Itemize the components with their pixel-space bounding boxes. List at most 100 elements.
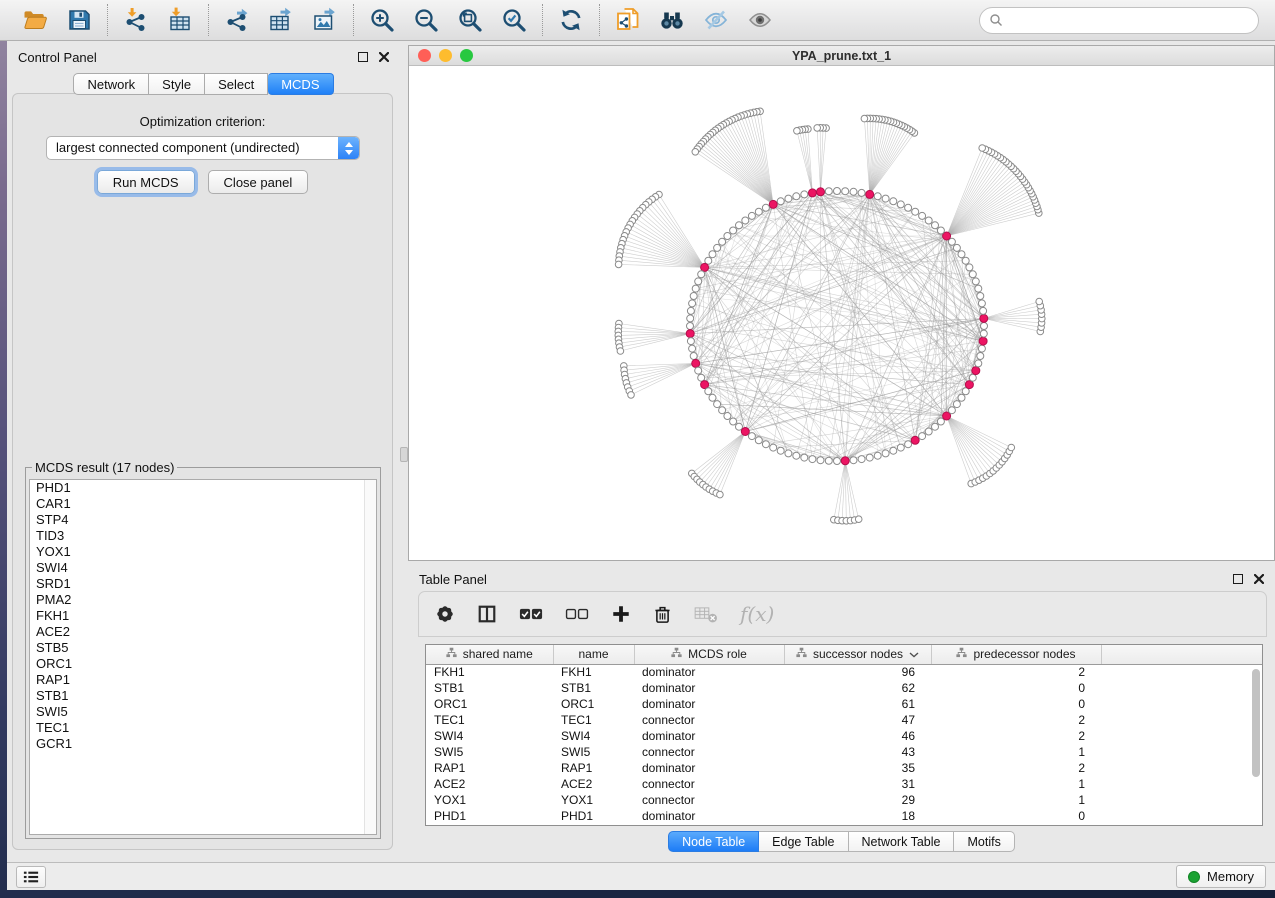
table-row[interactable]: STB1STB1dominator620	[426, 680, 1262, 696]
list-item[interactable]: SRD1	[30, 576, 376, 592]
network-node	[969, 374, 976, 381]
search-field[interactable]	[979, 7, 1259, 34]
run-mcds-button[interactable]: Run MCDS	[97, 170, 195, 194]
network-node	[690, 293, 697, 300]
column-header-successor-nodes[interactable]: successor nodes	[784, 645, 931, 664]
column-split-button[interactable]	[477, 604, 497, 624]
network-node	[777, 447, 784, 454]
zoom-in-button[interactable]	[364, 4, 400, 36]
search-input[interactable]	[1009, 12, 1249, 29]
result-scrollbar[interactable]	[364, 480, 376, 834]
close-panel-button[interactable]: Close panel	[208, 170, 309, 194]
tab-network[interactable]: Network	[73, 73, 149, 95]
network-node	[980, 330, 987, 337]
list-item[interactable]: TEC1	[30, 720, 376, 736]
column-header-predecessor-nodes[interactable]: predecessor nodes	[931, 645, 1101, 664]
network-node	[785, 195, 792, 202]
search-network-button[interactable]	[654, 4, 690, 36]
memory-label: Memory	[1207, 869, 1254, 884]
tab-edge-table[interactable]: Edge Table	[759, 831, 848, 852]
save-session-button[interactable]	[61, 4, 97, 36]
tab-style[interactable]: Style	[149, 73, 205, 95]
list-item[interactable]: STB1	[30, 688, 376, 704]
network-node	[742, 217, 749, 224]
criterion-select-value: largest connected component (undirected)	[47, 137, 338, 159]
network-node	[962, 257, 969, 264]
delete-column-button[interactable]	[653, 605, 672, 624]
tab-motifs[interactable]: Motifs	[954, 831, 1014, 852]
task-history-button[interactable]	[16, 866, 46, 888]
share-network-button[interactable]	[610, 4, 646, 36]
cell-successor-nodes: 47	[784, 712, 931, 728]
import-table-button[interactable]	[162, 4, 198, 36]
network-node	[748, 212, 755, 219]
zoom-fit-button[interactable]	[452, 4, 488, 36]
export-image-button[interactable]	[307, 4, 343, 36]
select-all-button[interactable]	[519, 607, 543, 621]
cell-mcds-role: dominator	[634, 728, 784, 744]
network-node	[978, 300, 985, 307]
show-all-button[interactable]	[742, 4, 778, 36]
memory-button[interactable]: Memory	[1176, 865, 1266, 888]
splitter-handle[interactable]	[400, 447, 408, 462]
table-row[interactable]: TEC1TEC1connector472	[426, 712, 1262, 728]
export-table-button[interactable]	[263, 4, 299, 36]
table-row[interactable]: ORC1ORC1dominator610	[426, 696, 1262, 712]
table-row[interactable]: SWI5SWI5connector431	[426, 744, 1262, 760]
import-network-button[interactable]	[118, 4, 154, 36]
list-item[interactable]: TID3	[30, 528, 376, 544]
list-item[interactable]: RAP1	[30, 672, 376, 688]
network-hub-node	[979, 337, 987, 345]
list-item[interactable]: ORC1	[30, 656, 376, 672]
list-item[interactable]: ACE2	[30, 624, 376, 640]
tab-node-table[interactable]: Node Table	[668, 831, 759, 852]
show-all-icon	[747, 7, 773, 33]
tab-mcds[interactable]: MCDS	[268, 73, 333, 95]
network-node	[858, 189, 865, 196]
node-layer[interactable]	[615, 108, 1045, 524]
mcds-result-list[interactable]: PHD1CAR1STP4TID3YOX1SWI4SRD1PMA2FKH1ACE2…	[29, 479, 377, 835]
list-item[interactable]: SWI4	[30, 560, 376, 576]
float-table-panel-icon[interactable]	[1233, 574, 1243, 584]
list-item[interactable]: YOX1	[30, 544, 376, 560]
table-row[interactable]: PHD1PHD1dominator180	[426, 808, 1262, 824]
table-row[interactable]: RAP1RAP1dominator352	[426, 760, 1262, 776]
tab-select[interactable]: Select	[205, 73, 268, 95]
criterion-select[interactable]: largest connected component (undirected)	[46, 136, 360, 160]
list-item[interactable]: STB5	[30, 640, 376, 656]
deselect-all-button[interactable]	[565, 607, 589, 621]
list-item[interactable]: GCR1	[30, 736, 376, 752]
table-row[interactable]: FKH1FKH1dominator962	[426, 664, 1262, 680]
export-network-button[interactable]	[219, 4, 255, 36]
table-row[interactable]: YOX1YOX1connector291	[426, 792, 1262, 808]
table-row[interactable]: ACE2ACE2connector311	[426, 776, 1262, 792]
list-item[interactable]: STP4	[30, 512, 376, 528]
close-table-panel-icon[interactable]	[1254, 574, 1264, 584]
zoom-out-button[interactable]	[408, 4, 444, 36]
vertical-splitter[interactable]	[400, 41, 408, 862]
open-file-icon	[22, 7, 48, 33]
list-item[interactable]: CAR1	[30, 496, 376, 512]
network-window-titlebar[interactable]: YPA_prune.txt_1	[409, 46, 1274, 66]
column-header-MCDS-role[interactable]: MCDS role	[634, 645, 784, 664]
list-item[interactable]: PHD1	[30, 480, 376, 496]
table-row[interactable]: SWI4SWI4dominator462	[426, 728, 1262, 744]
float-panel-icon[interactable]	[358, 52, 368, 62]
hide-selected-button[interactable]	[698, 4, 734, 36]
add-column-button[interactable]	[611, 604, 631, 624]
tab-network-table[interactable]: Network Table	[849, 831, 955, 852]
list-item[interactable]: SWI5	[30, 704, 376, 720]
memory-status-icon	[1188, 871, 1200, 883]
open-file-button[interactable]	[17, 4, 53, 36]
refresh-button[interactable]	[553, 4, 589, 36]
list-item[interactable]: FKH1	[30, 608, 376, 624]
column-header-name[interactable]: name	[553, 645, 634, 664]
table-scrollbar[interactable]	[1252, 669, 1260, 777]
network-graph[interactable]	[409, 66, 1274, 560]
zoom-selected-button[interactable]	[496, 4, 532, 36]
close-panel-icon[interactable]	[379, 52, 389, 62]
settings-button[interactable]	[435, 604, 455, 624]
column-header-shared-name[interactable]: shared name	[426, 645, 553, 664]
list-item[interactable]: PMA2	[30, 592, 376, 608]
control-panel-tabs: NetworkStyleSelectMCDS	[7, 73, 400, 95]
